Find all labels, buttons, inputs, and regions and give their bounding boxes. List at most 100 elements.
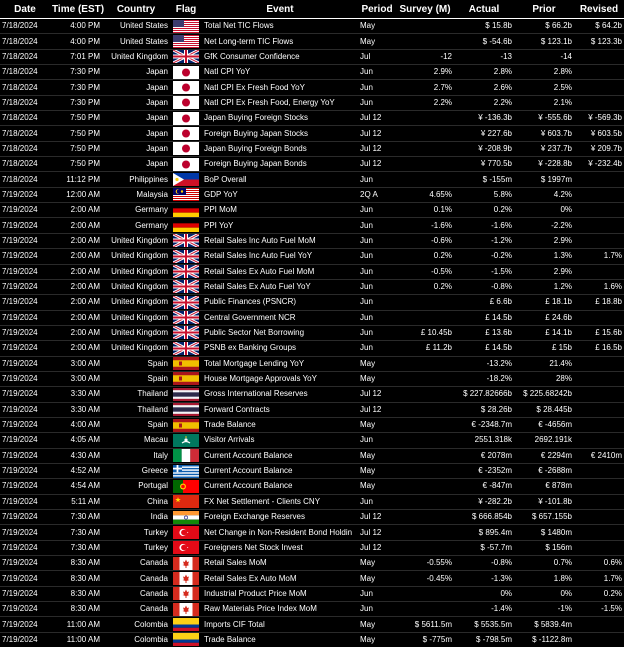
table-row[interactable]: 7/19/20242:00 AMUnited KingdomPublic Fin…: [0, 295, 624, 310]
table-row[interactable]: 7/19/20247:30 AMTurkeyForeigners Net Sto…: [0, 540, 624, 555]
table-row[interactable]: 7/19/20242:00 AMUnited KingdomRetail Sal…: [0, 279, 624, 294]
table-row[interactable]: 7/19/20242:00 AMUnited KingdomPublic Sec…: [0, 325, 624, 340]
cell-revised: [574, 402, 624, 417]
table-row[interactable]: 7/19/20248:30 AMCanadaRaw Materials Pric…: [0, 602, 624, 617]
cell-period: Jun: [358, 80, 396, 95]
col-survey[interactable]: Survey (M): [396, 0, 454, 19]
cell-flag: [170, 510, 202, 525]
table-row[interactable]: 7/19/202412:00 AMMalaysiaGDP YoY2Q A4.65…: [0, 187, 624, 202]
cell-flag: [170, 19, 202, 34]
cell-event: Raw Materials Price Index MoM: [202, 602, 358, 617]
cell-time: 3:00 AM: [50, 371, 102, 386]
cell-country: Japan: [102, 111, 170, 126]
cell-event: Retail Sales Inc Auto Fuel MoM: [202, 233, 358, 248]
col-prior[interactable]: Prior: [514, 0, 574, 19]
table-row[interactable]: 7/19/20242:00 AMUnited KingdomRetail Sal…: [0, 264, 624, 279]
col-revised[interactable]: Revised: [574, 0, 624, 19]
cell-event: PPI MoM: [202, 203, 358, 218]
table-row[interactable]: 7/19/20244:52 AMGreeceCurrent Account Ba…: [0, 463, 624, 478]
cell-survey: [396, 111, 454, 126]
cell-survey: [396, 172, 454, 187]
cell-country: Spain: [102, 417, 170, 432]
table-row[interactable]: 7/19/20244:30 AMItalyCurrent Account Bal…: [0, 448, 624, 463]
cell-date: 7/19/2024: [0, 264, 50, 279]
table-row[interactable]: 7/18/20244:00 PMUnited StatesNet Long-te…: [0, 34, 624, 49]
co-flag-icon: [173, 618, 199, 631]
table-row[interactable]: 7/19/20242:00 AMUnited KingdomRetail Sal…: [0, 233, 624, 248]
table-row[interactable]: 7/19/20248:30 AMCanadaIndustrial Product…: [0, 586, 624, 601]
table-row[interactable]: 7/19/20242:00 AMUnited KingdomRetail Sal…: [0, 249, 624, 264]
table-row[interactable]: 7/19/20248:30 AMCanadaRetail Sales MoMMa…: [0, 556, 624, 571]
cell-survey: -0.45%: [396, 571, 454, 586]
cell-prior: 2.9%: [514, 264, 574, 279]
cell-flag: [170, 463, 202, 478]
col-country[interactable]: Country: [102, 0, 170, 19]
table-row[interactable]: 7/19/20242:00 AMUnited KingdomPSNB ex Ba…: [0, 341, 624, 356]
cell-period: Jun: [358, 264, 396, 279]
cell-country: Japan: [102, 80, 170, 95]
cell-revised: [574, 387, 624, 402]
table-row[interactable]: 7/19/202411:00 AMColombiaImports CIF Tot…: [0, 617, 624, 632]
cell-time: 4:00 PM: [50, 34, 102, 49]
col-actual[interactable]: Actual: [454, 0, 514, 19]
cell-revised: [574, 218, 624, 233]
cell-actual: 0%: [454, 586, 514, 601]
cell-period: Jun: [358, 602, 396, 617]
table-row[interactable]: 7/18/202411:12 PMPhilippinesBoP OverallJ…: [0, 172, 624, 187]
col-event[interactable]: Event: [202, 0, 358, 19]
table-row[interactable]: 7/18/20247:30 PMJapanNatl CPI Ex Fresh F…: [0, 95, 624, 110]
cell-prior: $ 28.445b: [514, 402, 574, 417]
cell-prior: £ 14.1b: [514, 325, 574, 340]
cell-actual: $ -57.7m: [454, 540, 514, 555]
cell-flag: [170, 617, 202, 632]
cell-prior: 1.3%: [514, 249, 574, 264]
table-row[interactable]: 7/19/20247:30 AMIndiaForeign Exchange Re…: [0, 510, 624, 525]
table-row[interactable]: 7/19/20242:00 AMUnited KingdomCentral Go…: [0, 310, 624, 325]
table-row[interactable]: 7/19/20243:00 AMSpainTotal Mortgage Lend…: [0, 356, 624, 371]
cell-prior: 0.7%: [514, 556, 574, 571]
table-row[interactable]: 7/18/20247:50 PMJapanForeign Buying Japa…: [0, 157, 624, 172]
col-flag[interactable]: Flag: [170, 0, 202, 19]
cell-period: Jul 12: [358, 111, 396, 126]
table-row[interactable]: 7/19/202411:00 AMColombiaTrade BalanceMa…: [0, 632, 624, 647]
cell-revised: [574, 187, 624, 202]
cell-time: 7:50 PM: [50, 141, 102, 156]
co-flag-icon: [173, 633, 199, 646]
cell-revised: [574, 510, 624, 525]
table-row[interactable]: 7/18/20247:01 PMUnited KingdomGfK Consum…: [0, 49, 624, 64]
cell-actual: ¥ -208.9b: [454, 141, 514, 156]
es-flag-icon: [173, 419, 199, 432]
cell-revised: [574, 80, 624, 95]
cell-country: India: [102, 510, 170, 525]
table-row[interactable]: 7/19/20243:30 AMThailandGross Internatio…: [0, 387, 624, 402]
col-time[interactable]: Time (EST): [50, 0, 102, 19]
cell-period: Jun: [358, 65, 396, 80]
table-row[interactable]: 7/18/20247:50 PMJapanForeign Buying Japa…: [0, 126, 624, 141]
table-row[interactable]: 7/19/20247:30 AMTurkeyNet Change in Non-…: [0, 525, 624, 540]
table-row[interactable]: 7/19/20242:00 AMGermanyPPI YoYJun-1.6%-1…: [0, 218, 624, 233]
table-row[interactable]: 7/19/20248:30 AMCanadaRetail Sales Ex Au…: [0, 571, 624, 586]
col-date[interactable]: Date: [0, 0, 50, 19]
cell-prior: 2.9%: [514, 233, 574, 248]
cell-country: Macau: [102, 433, 170, 448]
col-period[interactable]: Period: [358, 0, 396, 19]
table-row[interactable]: 7/19/20244:05 AMMacauVisitor ArrivalsJun…: [0, 433, 624, 448]
cell-survey: [396, 295, 454, 310]
cell-period: Jun: [358, 233, 396, 248]
cell-survey: [396, 433, 454, 448]
table-row[interactable]: 7/19/20245:11 AMChinaFX Net Settlement -…: [0, 494, 624, 509]
cell-date: 7/18/2024: [0, 95, 50, 110]
cell-prior: $ 1480m: [514, 525, 574, 540]
table-row[interactable]: 7/18/20247:30 PMJapanNatl CPI YoYJun2.9%…: [0, 65, 624, 80]
cell-event: Natl CPI Ex Fresh Food YoY: [202, 80, 358, 95]
table-row[interactable]: 7/19/20243:30 AMThailandForward Contract…: [0, 402, 624, 417]
table-row[interactable]: 7/18/20247:50 PMJapanJapan Buying Foreig…: [0, 141, 624, 156]
table-row[interactable]: 7/18/20244:00 PMUnited StatesTotal Net T…: [0, 19, 624, 34]
table-row[interactable]: 7/19/20243:00 AMSpainHouse Mortgage Appr…: [0, 371, 624, 386]
table-row[interactable]: 7/18/20247:30 PMJapanNatl CPI Ex Fresh F…: [0, 80, 624, 95]
table-row[interactable]: 7/18/20247:50 PMJapanJapan Buying Foreig…: [0, 111, 624, 126]
table-row[interactable]: 7/19/20244:00 AMSpainTrade BalanceMay€ -…: [0, 417, 624, 432]
table-row[interactable]: 7/19/20242:00 AMGermanyPPI MoMJun0.1%0.2…: [0, 203, 624, 218]
table-row[interactable]: 7/19/20244:54 AMPortugalCurrent Account …: [0, 479, 624, 494]
cell-period: Jun: [358, 433, 396, 448]
